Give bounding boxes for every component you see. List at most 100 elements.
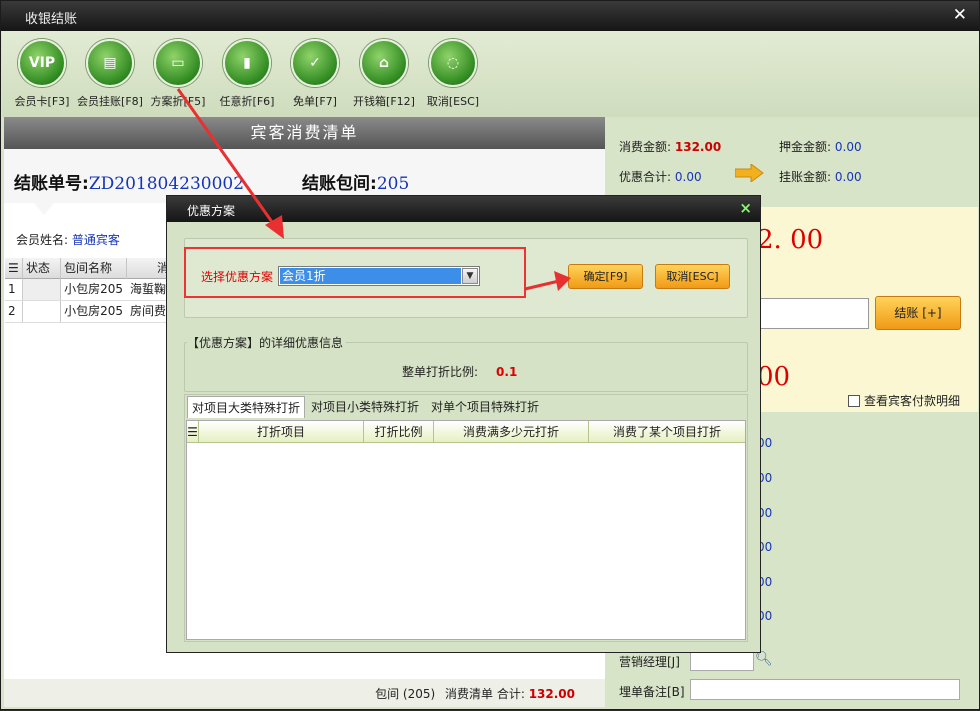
remark-label: 埋单备注[B]: [619, 685, 685, 699]
discount-table-header: ☰ 打折项目 打折比例 消费满多少元打折 消费了某个项目打折: [187, 421, 745, 443]
view-payment-detail-checkbox[interactable]: 查看宾客付款明细: [848, 392, 960, 409]
tab-category-discount[interactable]: 对项目大类特殊打折: [187, 396, 306, 418]
consume-label: 消费金额:: [619, 140, 672, 154]
chevron-down-icon[interactable]: ▼: [462, 268, 478, 284]
row-menu-icon[interactable]: ☰: [187, 421, 199, 443]
free-discount-button[interactable]: ▮ 任意折[F6]: [209, 39, 285, 109]
col-min-spend[interactable]: 消费满多少元打折: [434, 421, 589, 443]
window-icon: ▭: [154, 39, 202, 87]
payment-input[interactable]: [757, 298, 869, 329]
bill-number-label: 结账单号:: [14, 174, 89, 194]
plan-select[interactable]: 会员1折 ▼: [278, 266, 480, 286]
dialog-title: 优惠方案: [187, 204, 236, 218]
member-credit-button[interactable]: ▤ 会员挂账[F8]: [72, 39, 148, 109]
credit-value: 0.00: [834, 170, 862, 184]
discount-plan-dialog: 优惠方案 × 选择优惠方案 会员1折 ▼ 确定[F9] 取消[ESC] 【优惠方…: [166, 195, 761, 653]
discount-value: 0.00: [674, 170, 702, 184]
plan-select-value: 会员1折: [280, 268, 461, 284]
detail-group-label: 【优惠方案】的详细优惠信息: [187, 334, 347, 351]
discount-ratio-value: 0.1: [496, 365, 518, 379]
confirm-button[interactable]: 确定[F9]: [568, 264, 643, 289]
member-name-value: 普通宾客: [71, 233, 120, 247]
cash-drawer-icon: ⌂: [360, 39, 408, 87]
arrow-right-icon: [734, 163, 765, 183]
member-card-button[interactable]: VIP 会员卡[F3]: [4, 39, 80, 109]
bill-room: 结账包间:205: [302, 169, 409, 194]
discount-table: ☰ 打折项目 打折比例 消费满多少元打折 消费了某个项目打折: [186, 420, 746, 640]
dialog-title-bar: 优惠方案 ×: [167, 196, 760, 222]
footer-text: 包间 (205) 消费清单 合计: 132.00: [375, 685, 575, 702]
toolbar: VIP 会员卡[F3] ▤ 会员挂账[F8] ▭ 方案折[F5] ▮ 任意折[F…: [2, 31, 979, 117]
credit-amount: 挂账金额: 0.00: [779, 168, 862, 185]
open-drawer-button[interactable]: ⌂ 开钱箱[F12]: [346, 39, 422, 109]
loading-icon: ◌: [429, 39, 477, 87]
footer-total: 132.00: [528, 687, 575, 701]
checkbox-icon: [848, 395, 860, 407]
cancel-label: 取消[ESC]: [426, 95, 480, 108]
row-room: 小包房205: [64, 304, 123, 318]
vip-icon: VIP: [18, 39, 66, 87]
deposit-amount: 押金金额: 0.00: [779, 138, 862, 155]
change-amount: 00: [757, 362, 791, 392]
checkout-window: 收银结账 ✕ VIP 会员卡[F3] ▤ 会员挂账[F8] ▭ 方案折[F5] …: [0, 0, 980, 710]
window-title: 收银结账: [25, 12, 78, 27]
check-clipboard-icon: ✓: [291, 39, 339, 87]
bill-number: 结账单号:ZD201804230002: [14, 169, 244, 194]
free-discount-label: 任意折[F6]: [219, 95, 275, 108]
pointer-notch: [34, 203, 54, 215]
tab-subcategory-discount[interactable]: 对项目小类特殊打折: [307, 396, 423, 418]
member-name-label: 会员姓名:: [16, 233, 69, 247]
row-status: [23, 301, 61, 322]
bill-room-label: 结账包间:: [302, 174, 377, 194]
row-index: 1: [5, 279, 23, 300]
dialog-close-icon[interactable]: ×: [739, 199, 752, 217]
consume-value: 132.00: [674, 140, 722, 154]
row-room: 小包房205: [64, 282, 123, 296]
discount-total: 优惠合计: 0.00: [619, 168, 702, 185]
row-menu-icon[interactable]: ☰: [5, 258, 23, 279]
plan-discount-button[interactable]: ▭ 方案折[F5]: [140, 39, 216, 109]
consume-amount: 消费金额: 132.00: [619, 138, 721, 155]
col-item-trigger[interactable]: 消费了某个项目打折: [589, 421, 745, 443]
cancel-button[interactable]: ◌ 取消[ESC]: [415, 39, 491, 109]
deposit-label: 押金金额:: [779, 140, 832, 154]
discount-ratio-label: 整单打折比例:: [402, 365, 479, 379]
document-icon: ▤: [86, 39, 134, 87]
consumption-header: 宾客消费清单: [4, 117, 605, 149]
free-bill-button[interactable]: ✓ 免单[F7]: [277, 39, 353, 109]
plan-select-label: 选择优惠方案: [201, 270, 274, 284]
bill-room-value: 205: [376, 174, 410, 194]
discount-ratio: 整单打折比例: 0.1: [402, 363, 517, 380]
search-icon[interactable]: 🔍︎: [755, 651, 773, 667]
footer-list-label: 消费清单 合计:: [445, 687, 525, 701]
discount-label: 优惠合计:: [619, 170, 672, 184]
consumption-footer: 包间 (205) 消费清单 合计: 132.00: [4, 679, 605, 707]
tab-item-discount[interactable]: 对单个项目特殊打折: [427, 396, 543, 418]
deposit-value: 0.00: [834, 140, 862, 154]
manager-label: 营销经理[J]: [619, 655, 680, 669]
row-index: 2: [5, 301, 23, 322]
row-status: [23, 279, 61, 300]
credit-label: 挂账金额:: [779, 170, 832, 184]
free-bill-label: 免单[F7]: [293, 95, 337, 108]
dialog-cancel-button[interactable]: 取消[ESC]: [655, 264, 730, 289]
title-bar: 收银结账 ✕: [1, 1, 979, 31]
plan-discount-label: 方案折[F5]: [150, 95, 206, 108]
col-discount-item[interactable]: 打折项目: [199, 421, 364, 443]
col-status[interactable]: 状态: [23, 258, 61, 279]
col-discount-ratio[interactable]: 打折比例: [364, 421, 434, 443]
bottle-icon: ▮: [223, 39, 271, 87]
col-room[interactable]: 包间名称: [61, 258, 127, 279]
manager-input[interactable]: [690, 651, 754, 671]
remark-input[interactable]: [690, 679, 960, 700]
member-name: 会员姓名: 普通宾客: [16, 231, 120, 248]
footer-room: 包间 (205): [375, 687, 436, 701]
member-card-label: 会员卡[F3]: [14, 95, 70, 108]
open-drawer-label: 开钱箱[F12]: [353, 95, 415, 108]
bill-number-value: ZD201804230002: [88, 174, 245, 194]
payable-amount: 2. 00: [757, 225, 824, 255]
member-credit-label: 会员挂账[F8]: [77, 95, 143, 108]
checkout-button[interactable]: 结账 [+]: [875, 296, 961, 330]
close-icon[interactable]: ✕: [953, 5, 967, 25]
view-payment-detail-label: 查看宾客付款明细: [864, 394, 961, 408]
